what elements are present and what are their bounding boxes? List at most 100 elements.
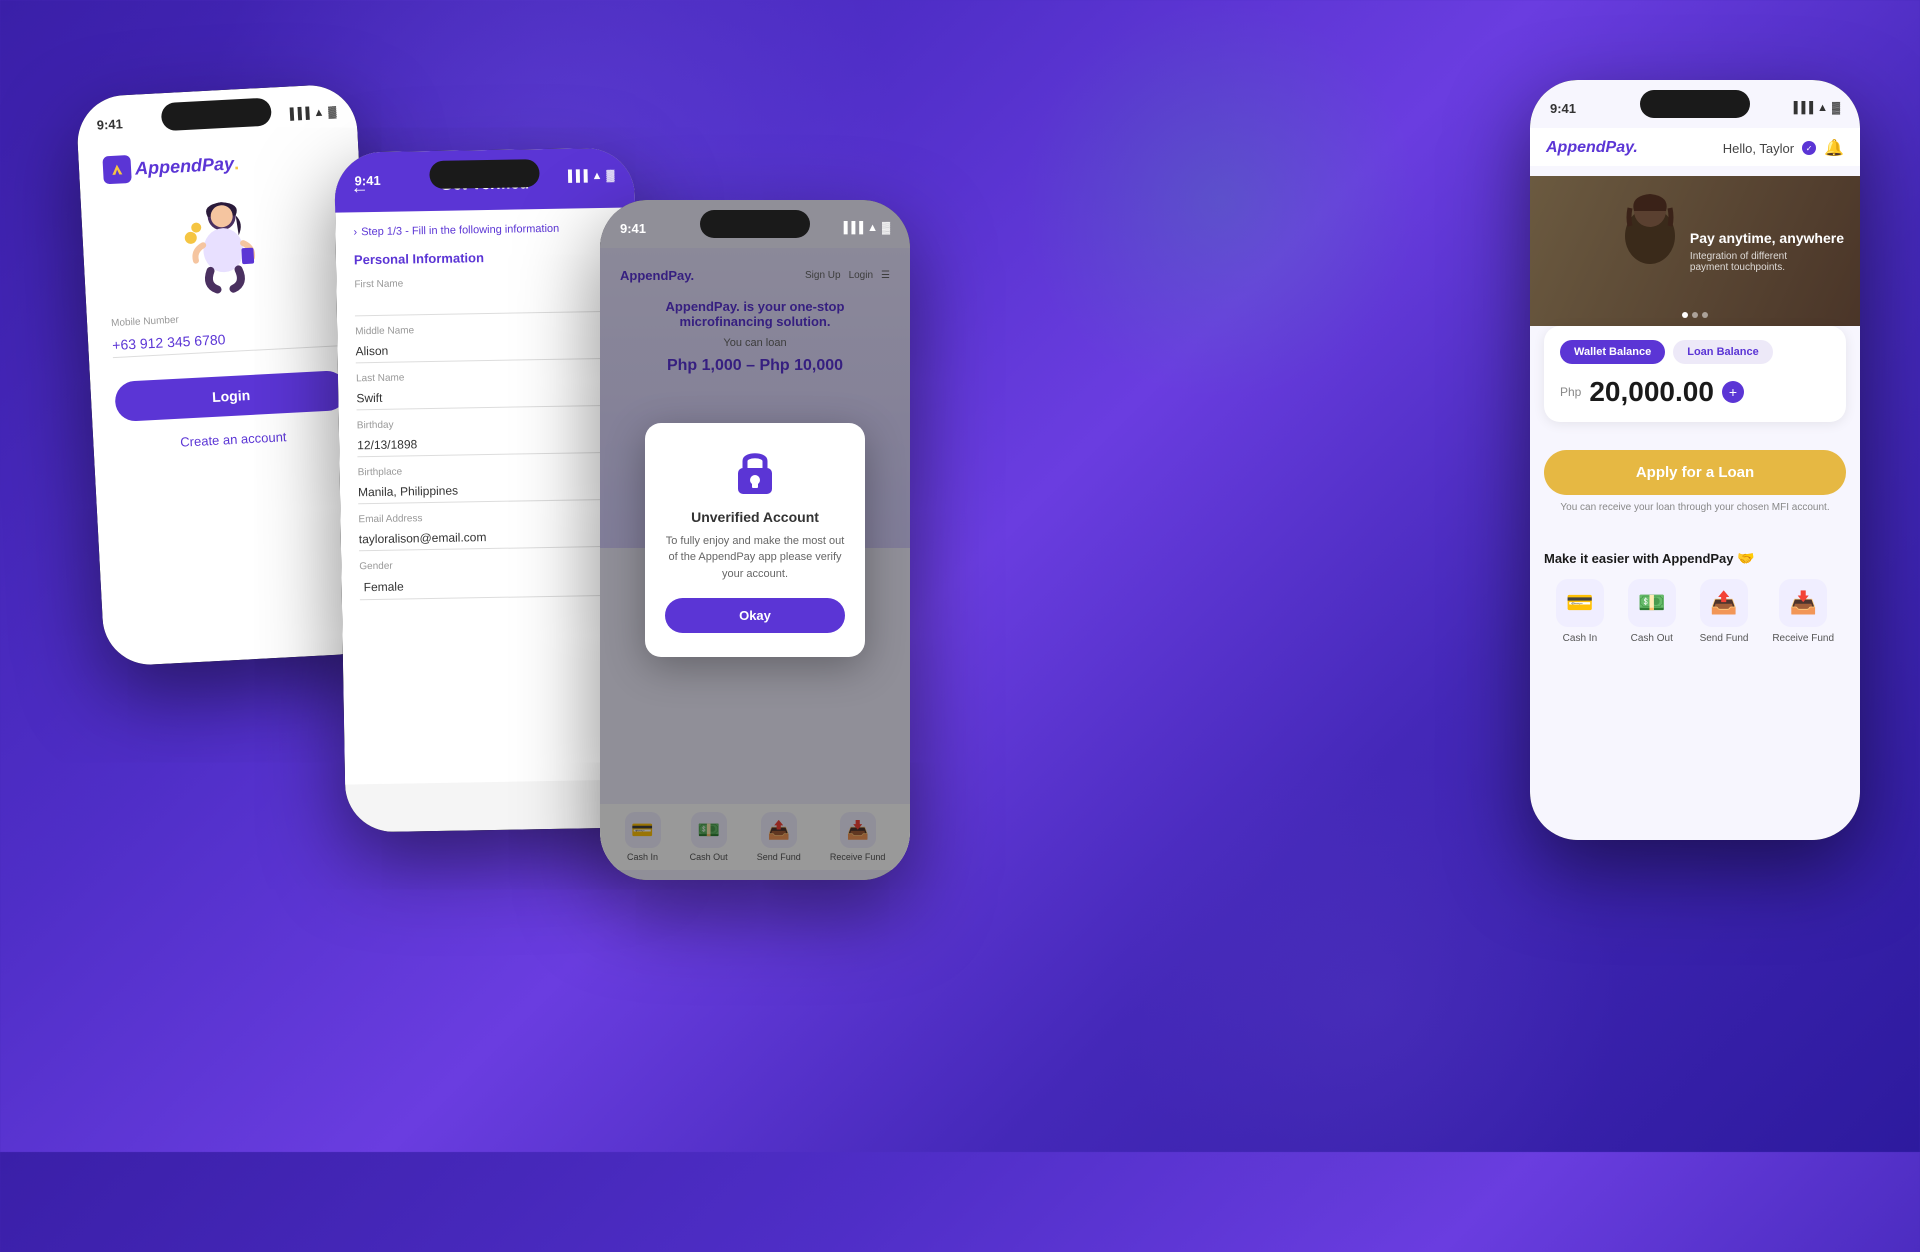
form-group-birthday: Birthday bbox=[357, 416, 622, 458]
easier-cashin[interactable]: 💳 Cash In bbox=[1556, 579, 1604, 644]
gender-label: Gender bbox=[359, 557, 623, 573]
logo-append: AppendPay bbox=[135, 153, 235, 178]
verified-badge: ✓ bbox=[1802, 141, 1816, 155]
easier-receivefund-label: Receive Fund bbox=[1772, 633, 1834, 644]
lock-icon bbox=[730, 447, 780, 497]
balance-row: Php 20,000.00 + bbox=[1560, 376, 1830, 408]
dot-2 bbox=[1692, 312, 1698, 318]
wifi-icon: ▲ bbox=[313, 107, 325, 120]
birthplace-input[interactable] bbox=[358, 477, 622, 505]
easier-receivefund[interactable]: 📥 Receive Fund bbox=[1772, 579, 1834, 644]
easier-sendfund[interactable]: 📤 Send Fund bbox=[1700, 579, 1749, 644]
apply-loan-button[interactable]: Apply for a Loan bbox=[1544, 450, 1846, 495]
signal-icon: ▐▐▐ bbox=[286, 107, 310, 120]
firstname-label: First Name bbox=[354, 275, 618, 291]
wifi-icon-verify: ▲ bbox=[592, 170, 603, 182]
easier-cashout-icon: 💵 bbox=[1628, 579, 1676, 627]
easier-cashout[interactable]: 💵 Cash Out bbox=[1628, 579, 1676, 644]
wifi-icon-main: ▲ bbox=[1817, 102, 1828, 114]
form-group-gender: Gender Female Male Other bbox=[359, 557, 624, 601]
appendpay-logo: AppendPay. bbox=[102, 144, 335, 184]
form-group-birthplace: Birthplace bbox=[358, 463, 623, 505]
birthday-input[interactable] bbox=[357, 430, 621, 458]
balance-tabs: Wallet Balance Loan Balance bbox=[1560, 340, 1830, 364]
verify-body: › Step 1/3 - Fill in the following infor… bbox=[335, 207, 645, 784]
form-group-firstname: First Name bbox=[354, 275, 619, 317]
bell-icon[interactable]: 🔔 bbox=[1824, 138, 1844, 158]
logo-icon bbox=[102, 155, 131, 184]
signal-icon-popup: ▐▐▐ bbox=[840, 222, 863, 234]
status-time-popup: 9:41 bbox=[620, 221, 646, 236]
notch-login bbox=[161, 97, 272, 131]
status-icons-login: ▐▐▐ ▲ ▓ bbox=[286, 106, 337, 121]
step-indicator: › Step 1/3 - Fill in the following infor… bbox=[353, 222, 617, 239]
dot-3 bbox=[1702, 312, 1708, 318]
status-icons-popup: ▐▐▐ ▲ ▓ bbox=[840, 222, 890, 234]
battery-icon-popup: ▓ bbox=[882, 222, 890, 234]
modal-overlay: Unverified Account To fully enjoy and ma… bbox=[600, 200, 910, 880]
login-button[interactable]: Login bbox=[114, 370, 348, 422]
loan-balance-tab[interactable]: Loan Balance bbox=[1673, 340, 1773, 364]
status-time-verify: 9:41 bbox=[354, 172, 380, 187]
main-banner: Pay anytime, anywhere Integration of dif… bbox=[1530, 176, 1860, 326]
logo-text: AppendPay. bbox=[135, 153, 240, 179]
birthplace-label: Birthplace bbox=[358, 463, 622, 479]
gender-select[interactable]: Female Male Other bbox=[359, 571, 623, 601]
birthday-label: Birthday bbox=[357, 416, 621, 432]
wallet-balance-tab[interactable]: Wallet Balance bbox=[1560, 340, 1665, 364]
status-icons-verify: ▐▐▐ ▲ ▓ bbox=[564, 170, 615, 183]
banner-title: Pay anytime, anywhere bbox=[1690, 229, 1844, 247]
main-header-right: Hello, Taylor ✓ 🔔 bbox=[1723, 138, 1844, 158]
main-header: AppendPay. Hello, Taylor ✓ 🔔 bbox=[1530, 128, 1860, 166]
modal-title: Unverified Account bbox=[665, 509, 845, 525]
notch-popup bbox=[700, 210, 810, 238]
illustration-area bbox=[105, 188, 342, 310]
easier-cashout-label: Cash Out bbox=[1631, 633, 1673, 644]
easier-cashin-icon: 💳 bbox=[1556, 579, 1604, 627]
bg-decoration-3 bbox=[1020, 0, 1420, 400]
modal-okay-button[interactable]: Okay bbox=[665, 598, 845, 633]
signal-icon-main: ▐▐▐ bbox=[1790, 102, 1813, 114]
battery-icon-verify: ▓ bbox=[606, 170, 614, 182]
loan-note: You can receive your loan through your c… bbox=[1544, 500, 1846, 515]
signal-icon-verify: ▐▐▐ bbox=[564, 170, 588, 182]
create-account-link[interactable]: Create an account bbox=[117, 426, 349, 453]
email-input[interactable] bbox=[359, 524, 623, 552]
greeting-text: Hello, Taylor bbox=[1723, 141, 1794, 156]
middlename-label: Middle Name bbox=[355, 322, 619, 338]
add-money-button[interactable]: + bbox=[1722, 381, 1744, 403]
firstname-input[interactable] bbox=[355, 289, 619, 317]
middlename-input[interactable] bbox=[355, 336, 619, 364]
email-label: Email Address bbox=[358, 510, 622, 526]
lastname-input[interactable] bbox=[356, 383, 620, 411]
banner-overlay: Pay anytime, anywhere Integration of dif… bbox=[1690, 176, 1844, 326]
status-icons-main: ▐▐▐ ▲ ▓ bbox=[1790, 102, 1840, 114]
main-logo: AppendPay. bbox=[1546, 139, 1638, 157]
dot-1 bbox=[1682, 312, 1688, 318]
easier-section: Make it easier with AppendPay 🤝 💳 Cash I… bbox=[1544, 550, 1846, 644]
form-group-email: Email Address bbox=[358, 510, 623, 552]
wifi-icon-popup: ▲ bbox=[867, 222, 878, 234]
main-logo-text: AppendPay. bbox=[1546, 139, 1638, 156]
section-title: Personal Information bbox=[354, 248, 618, 268]
battery-icon-main: ▓ bbox=[1832, 102, 1840, 114]
phone-popup: 9:41 ▐▐▐ ▲ ▓ AppendPay. Sign Up Login ☰ bbox=[600, 200, 910, 880]
notch-verify bbox=[429, 159, 539, 189]
easier-sendfund-label: Send Fund bbox=[1700, 633, 1749, 644]
modal-box: Unverified Account To fully enjoy and ma… bbox=[645, 423, 865, 658]
easier-title: Make it easier with AppendPay 🤝 bbox=[1544, 550, 1846, 567]
easier-actions: 💳 Cash In 💵 Cash Out 📤 Send Fund 📥 Recei… bbox=[1544, 579, 1846, 644]
phone-main: 9:41 ▐▐▐ ▲ ▓ AppendPay. Hello, Taylor ✓ … bbox=[1530, 80, 1860, 840]
easier-receivefund-icon: 📥 bbox=[1779, 579, 1827, 627]
form-group-middlename: Middle Name bbox=[355, 322, 620, 364]
status-time-main: 9:41 bbox=[1550, 101, 1576, 116]
notch-main bbox=[1640, 90, 1750, 118]
easier-sendfund-icon: 📤 bbox=[1700, 579, 1748, 627]
balance-amount: 20,000.00 bbox=[1589, 376, 1714, 408]
easier-cashin-label: Cash In bbox=[1563, 633, 1597, 644]
banner-dots bbox=[1682, 312, 1708, 318]
main-container: 9:41 ▐▐▐ ▲ ▓ AppendPay. bbox=[0, 0, 1920, 1152]
step-chevron: › bbox=[353, 226, 357, 238]
lastname-label: Last Name bbox=[356, 369, 620, 385]
balance-card: Wallet Balance Loan Balance Php 20,000.0… bbox=[1544, 326, 1846, 422]
